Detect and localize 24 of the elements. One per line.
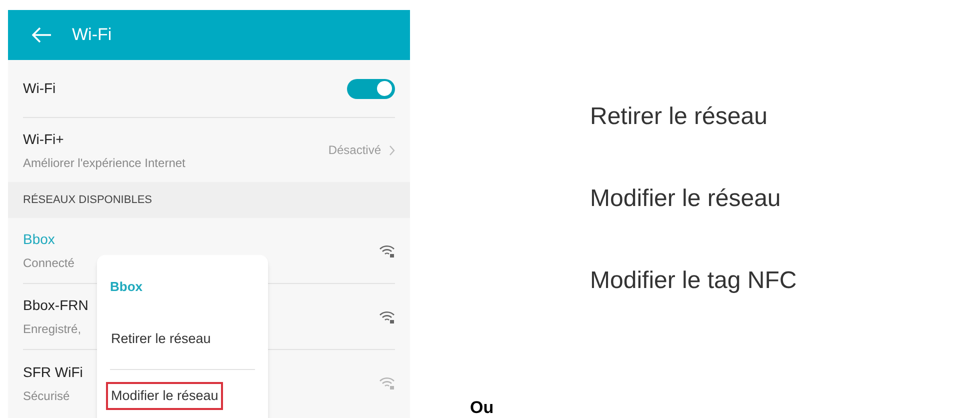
network-status: Connecté <box>23 255 74 272</box>
wifi-lock-icon <box>379 310 395 324</box>
menu-item[interactable]: Retirer le réseau <box>106 324 216 353</box>
setting-label: Wi-Fi <box>23 79 56 98</box>
menu-item[interactable]: Modifier le réseau <box>106 382 224 410</box>
setting-value: Désactivé <box>328 142 381 159</box>
wifi-lock-icon <box>379 376 395 390</box>
menu-item[interactable]: Modifier le réseau <box>590 185 797 213</box>
wifi-lock-icon <box>379 244 395 258</box>
network-name[interactable]: SFR WiFi <box>23 362 83 382</box>
section-title: RÉSEAUX DISPONIBLES <box>23 192 152 208</box>
separator-text: Ou <box>470 398 495 418</box>
setting-label: Wi-Fi+ <box>23 130 65 148</box>
chevron-right-icon[interactable] <box>389 144 395 156</box>
back-arrow-icon[interactable] <box>32 27 52 43</box>
network-name[interactable]: Bbox-FRN <box>23 295 88 316</box>
setting-description: Améliorer l'expérience Internet <box>23 154 186 172</box>
network-status: Enregistré, <box>23 321 82 338</box>
menu-item[interactable]: Modifier le tag NFC <box>590 267 797 295</box>
network-status: Sécurisé <box>23 388 71 404</box>
toggle-switch[interactable] <box>347 78 395 98</box>
screen-title: Wi-Fi <box>72 24 112 46</box>
menu-item[interactable]: Retirer le réseau <box>590 103 797 131</box>
popup-title: Bbox <box>110 278 144 296</box>
